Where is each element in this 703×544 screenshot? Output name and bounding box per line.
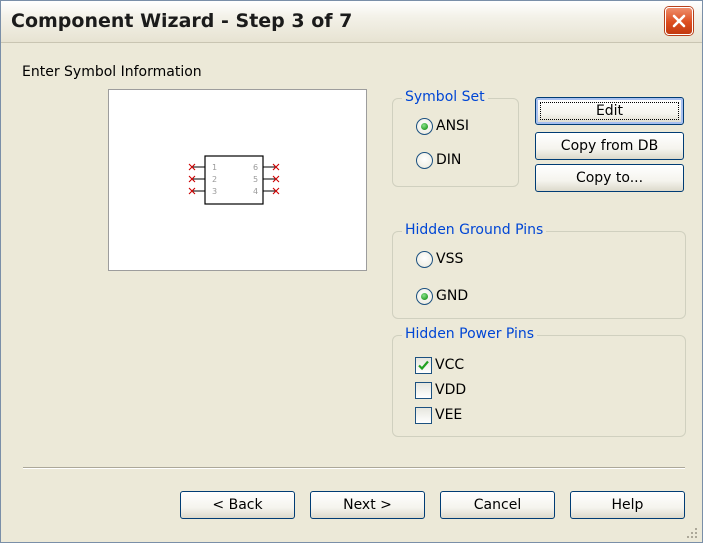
hidden-power-pins-legend: Hidden Power Pins [402,326,538,342]
checkbox-empty-icon [415,406,432,424]
checkbox-checked-icon [415,356,432,374]
copy-to-button[interactable]: Copy to... [535,164,684,192]
component-wizard-dialog: Component Wizard - Step 3 of 7 Enter Sym… [0,0,703,543]
radio-selected-icon [416,117,433,135]
window-title: Component Wizard - Step 3 of 7 [11,10,353,32]
title-bar[interactable]: Component Wizard - Step 3 of 7 [1,1,702,43]
radio-gnd-label: GND [436,288,469,304]
close-button[interactable] [665,7,693,35]
radio-gnd[interactable]: GND [416,286,468,306]
radio-ansi-label: ANSI [436,118,470,134]
pin-number-label: 4 [253,187,258,196]
pin-number-label: 1 [212,163,217,172]
radio-din[interactable]: DIN [416,150,461,170]
radio-vss[interactable]: VSS [416,249,463,269]
pin-number-label: 5 [253,175,258,184]
symbol-drawing: 1 2 3 6 5 4 [188,155,280,205]
edit-button[interactable]: Edit [535,97,684,125]
symbol-preview: 1 2 3 6 5 4 [108,89,367,271]
pin-number-label: 6 [253,163,258,172]
back-button[interactable]: < Back [180,491,295,519]
pin-number-label: 3 [212,187,217,196]
checkbox-vee-label: VEE [435,407,463,423]
radio-din-label: DIN [436,152,462,168]
help-button[interactable]: Help [570,491,685,519]
resize-grip-icon[interactable] [683,524,699,544]
section-label: Enter Symbol Information [22,64,202,80]
copy-from-db-button[interactable]: Copy from DB [535,132,684,160]
footer-divider [23,467,685,469]
checkbox-vdd[interactable]: VDD [415,380,466,400]
checkbox-empty-icon [415,381,432,399]
next-button[interactable]: Next > [310,491,425,519]
radio-empty-icon [416,250,433,268]
radio-vss-label: VSS [436,251,464,267]
radio-ansi[interactable]: ANSI [416,116,469,136]
hidden-power-pins-group: Hidden Power Pins VCC VDD VEE [392,326,686,437]
checkbox-vee[interactable]: VEE [415,405,462,425]
radio-selected-icon [416,287,433,305]
hidden-ground-pins-legend: Hidden Ground Pins [402,222,547,238]
pin-number-label: 2 [212,175,217,184]
symbol-set-group: Symbol Set ANSI DIN [392,89,519,187]
checkbox-vcc-label: VCC [435,357,465,373]
cancel-button[interactable]: Cancel [440,491,555,519]
symbol-set-legend: Symbol Set [402,89,488,105]
radio-empty-icon [416,151,433,169]
checkbox-vdd-label: VDD [435,382,467,398]
checkbox-vcc[interactable]: VCC [415,355,464,375]
hidden-ground-pins-group: Hidden Ground Pins VSS GND [392,222,686,319]
